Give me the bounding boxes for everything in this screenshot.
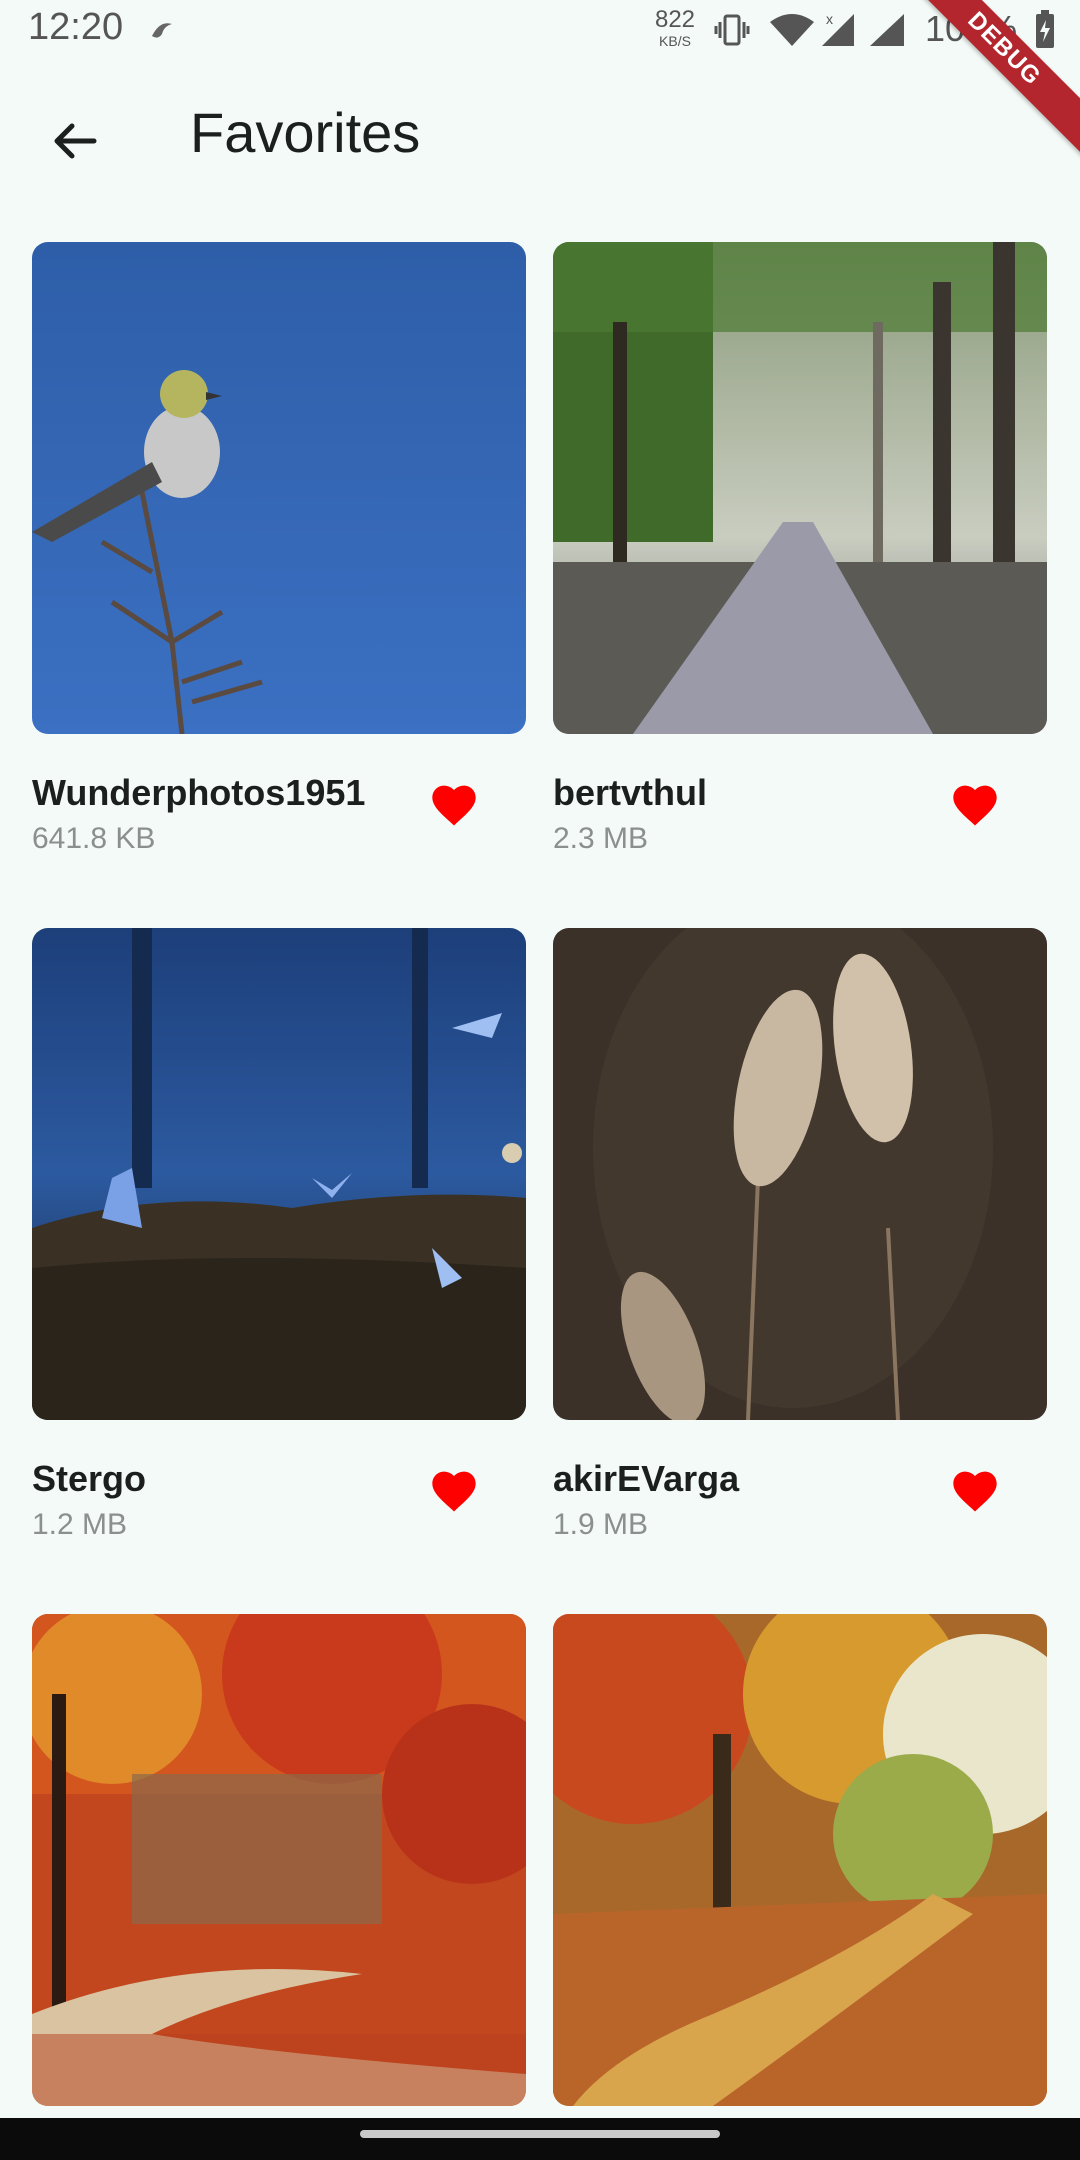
photo-size: 1.9 MB [553, 1508, 649, 1541]
favorite-card[interactable]: akirEVarga 1.9 MB [553, 928, 1047, 1541]
network-speed-unit: KB/S [659, 33, 691, 49]
favorite-card[interactable] [32, 1614, 526, 2106]
battery-charging-icon [1034, 10, 1056, 55]
photo-thumbnail[interactable] [32, 928, 526, 1420]
favorite-button[interactable] [949, 780, 1001, 832]
status-time: 12:20 [28, 6, 124, 48]
photo-thumbnail[interactable] [32, 242, 526, 734]
app-bar: Favorites [0, 62, 1080, 212]
status-bar: 12:20 822 KB/S x 100% [0, 0, 1080, 62]
network-speed: 822 KB/S [650, 6, 700, 49]
photo-size: 2.3 MB [553, 822, 649, 855]
photo-thumbnail[interactable] [553, 1614, 1047, 2106]
favorite-card[interactable]: Stergo 1.2 MB [32, 928, 526, 1541]
photo-thumbnail[interactable] [553, 928, 1047, 1420]
system-navigation-bar [0, 2118, 1080, 2160]
back-button[interactable] [40, 106, 110, 176]
photo-author: Wunderphotos1951 [32, 772, 366, 813]
photo-author: akirEVarga [553, 1458, 740, 1499]
arrow-back-icon [54, 123, 97, 159]
svg-text:x: x [826, 12, 833, 27]
favorite-button[interactable] [428, 780, 480, 832]
network-speed-value: 822 [654, 6, 696, 33]
heart-icon [432, 1471, 476, 1512]
photo-thumbnail[interactable] [32, 1614, 526, 2106]
wifi-icon [768, 12, 816, 53]
favorite-button[interactable] [949, 1466, 1001, 1518]
signal-x-icon: x [820, 11, 860, 53]
signal-icon [868, 12, 908, 53]
photo-author: bertvthul [553, 772, 708, 813]
photo-thumbnail[interactable] [553, 242, 1047, 734]
heart-icon [432, 785, 476, 826]
photo-size: 1.2 MB [32, 1508, 128, 1541]
home-gesture-handle[interactable] [360, 2130, 720, 2138]
app-notification-icon [146, 16, 176, 46]
vibrate-icon [714, 12, 750, 53]
favorite-button[interactable] [428, 1466, 480, 1518]
page-title: Favorites [190, 101, 421, 164]
photo-author: Stergo [32, 1458, 147, 1499]
favorite-card[interactable]: Wunderphotos1951 641.8 KB [32, 242, 526, 855]
heart-icon [953, 785, 997, 826]
heart-icon [953, 1471, 997, 1512]
photo-size: 641.8 KB [32, 822, 156, 855]
favorite-card[interactable]: bertvthul 2.3 MB [553, 242, 1047, 855]
favorite-card[interactable] [553, 1614, 1047, 2106]
